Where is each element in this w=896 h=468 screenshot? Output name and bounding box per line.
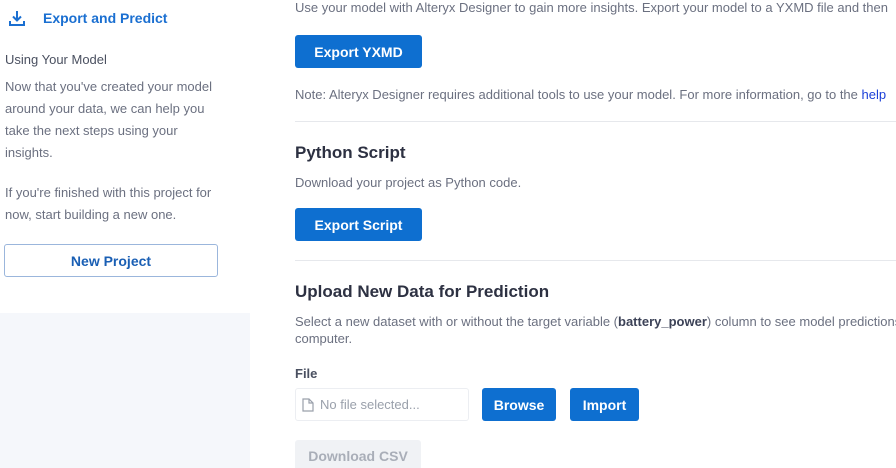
download-icon: [9, 11, 25, 26]
main-content: Use your model with Alteryx Designer to …: [295, 0, 896, 468]
file-placeholder: No file selected...: [320, 397, 420, 412]
export-yxmd-button[interactable]: Export YXMD: [295, 35, 422, 68]
divider: [295, 260, 896, 261]
note: Note: Alteryx Designer requires addition…: [295, 87, 862, 102]
divider: [295, 121, 896, 122]
sidebar-paragraph: If you're finished with this project for…: [5, 185, 212, 222]
import-button[interactable]: Import: [570, 388, 639, 421]
browse-button[interactable]: Browse: [482, 388, 556, 421]
sidebar-heading: Using Your Model: [5, 52, 107, 67]
note-text: Note: Alteryx Designer requires addition…: [295, 87, 886, 102]
nav-label: Export and Predict: [43, 10, 168, 26]
file-icon: [302, 397, 314, 412]
file-input[interactable]: No file selected...: [295, 388, 469, 421]
upload-heading: Upload New Data for Prediction: [295, 282, 550, 301]
file-label: File: [295, 366, 318, 381]
sidebar: Export and Predict Using Your Model Now …: [0, 0, 250, 468]
python-heading: Python Script: [295, 143, 406, 162]
sidebar-footer: [0, 313, 250, 468]
sidebar-paragraph: Now that you've created your model aroun…: [5, 79, 212, 160]
python-desc: Download your project as Python code.: [295, 175, 522, 190]
upload-desc-text: Select a new dataset with or without the…: [295, 314, 619, 329]
intro-text: Use your model with Alteryx Designer to …: [295, 0, 888, 15]
upload-desc: Select a new dataset with or without the…: [295, 314, 896, 329]
nav-item-export-and-predict[interactable]: Export and Predict: [8, 9, 167, 27]
help-link[interactable]: help: [862, 87, 887, 102]
upload-desc-line2: computer.: [295, 331, 353, 346]
target-variable: battery_power: [618, 314, 707, 329]
download-csv-button[interactable]: Download CSV: [295, 440, 421, 468]
export-script-button[interactable]: Export Script: [295, 208, 422, 241]
new-project-button[interactable]: New Project: [4, 244, 218, 277]
upload-desc-text: ) column to see model predictions: [706, 314, 896, 329]
